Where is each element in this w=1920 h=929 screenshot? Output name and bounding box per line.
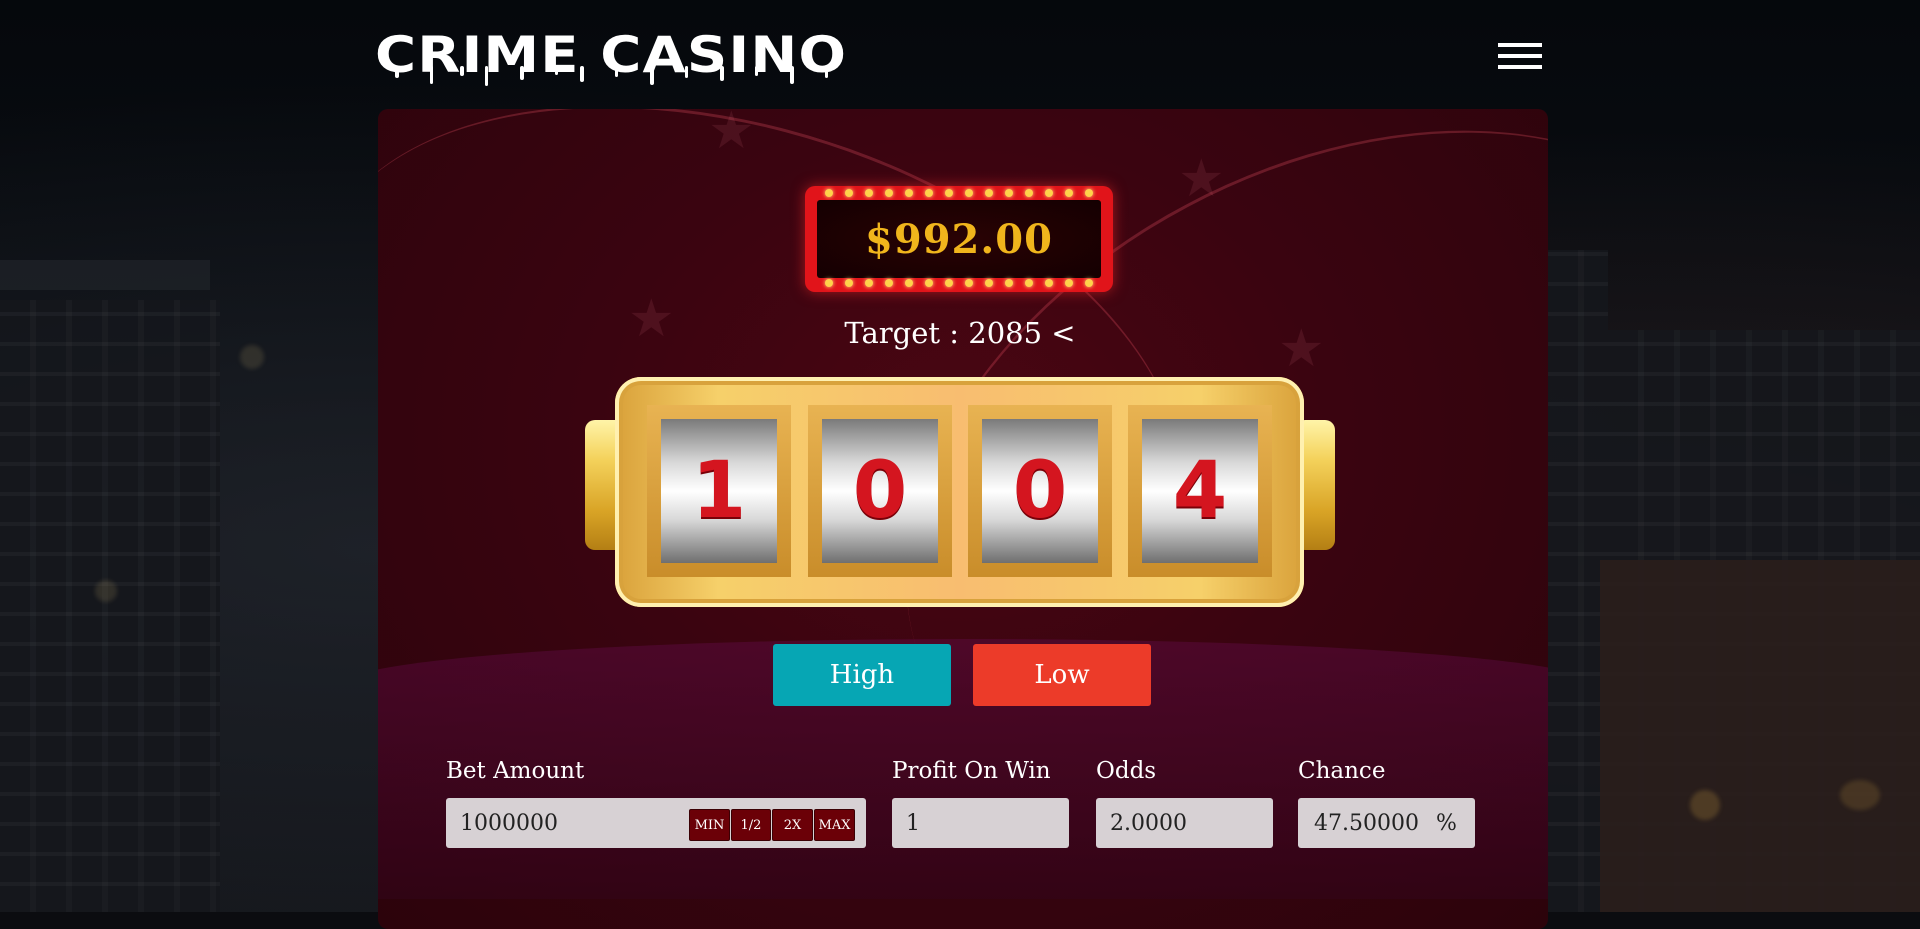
decor-star: ★ — [708, 109, 755, 161]
reel-4: 4 — [1142, 419, 1258, 563]
logo-drips — [395, 66, 828, 86]
reel-1: 1 — [661, 419, 777, 563]
city-light — [95, 580, 117, 602]
low-button[interactable]: Low — [973, 644, 1151, 706]
chance-label: Chance — [1298, 758, 1386, 784]
marquee-lights-top — [805, 189, 1113, 199]
background-building-roof — [0, 260, 210, 290]
background-building — [0, 300, 220, 912]
odds-label: Odds — [1096, 758, 1157, 784]
odds-value: 2.0000 — [1110, 810, 1187, 836]
background-building — [1600, 560, 1920, 912]
city-light — [1840, 780, 1880, 810]
profit-on-win-input[interactable]: 1 — [892, 798, 1069, 848]
reel-2: 0 — [822, 419, 938, 563]
bet-amount-value: 1000000 — [460, 810, 558, 836]
high-button[interactable]: High — [773, 644, 951, 706]
chance-percent-unit: % — [1436, 810, 1457, 836]
bet-half-button[interactable]: 1/2 — [731, 809, 771, 841]
reel-frame: 0 — [808, 405, 952, 577]
city-light — [1690, 790, 1720, 820]
hamburger-menu-icon[interactable] — [1498, 43, 1542, 75]
bet-max-button[interactable]: MAX — [814, 809, 855, 841]
decor-star: ★ — [1178, 149, 1225, 209]
odds-input[interactable]: 2.0000 — [1096, 798, 1273, 848]
reel-frame: 4 — [1128, 405, 1272, 577]
balance-value: $992.00 — [817, 200, 1101, 278]
bet-double-button[interactable]: 2X — [772, 809, 813, 841]
balance-display: $992.00 — [805, 186, 1113, 292]
chance-value: 47.50000 — [1314, 810, 1419, 836]
reel-frame: 0 — [968, 405, 1112, 577]
bet-amount-label: Bet Amount — [446, 758, 585, 784]
profit-on-win-value: 1 — [906, 810, 920, 836]
profit-on-win-label: Profit On Win — [892, 758, 1051, 784]
marquee-lights-bottom — [805, 279, 1113, 289]
bet-min-button[interactable]: MIN — [689, 809, 730, 841]
reel-3: 0 — [982, 419, 1098, 563]
target-text: Target : 2085 < — [844, 316, 1076, 350]
slot-machine: 1 0 0 4 — [615, 377, 1304, 607]
reel-frame: 1 — [647, 405, 791, 577]
